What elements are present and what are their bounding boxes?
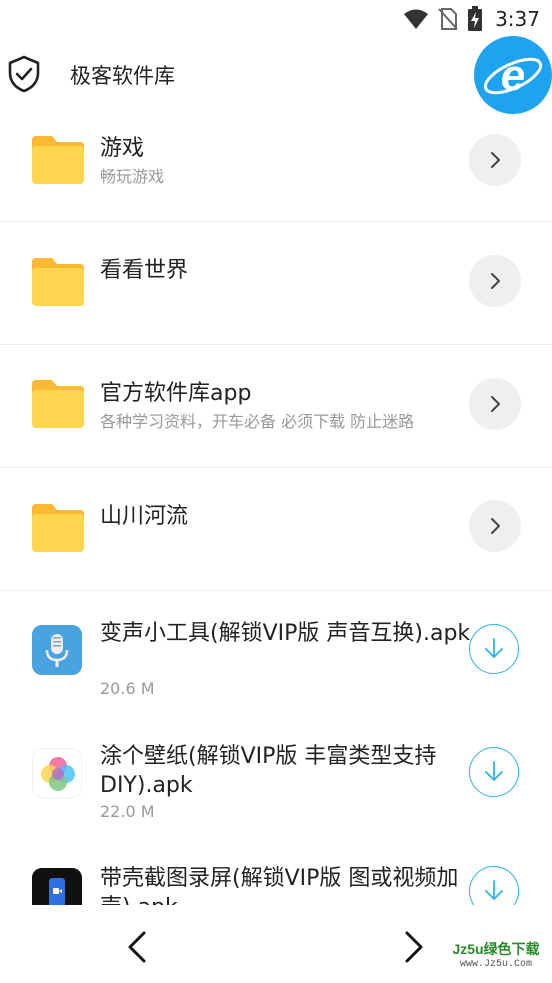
microphone-app-icon: [32, 625, 82, 675]
chevron-right-icon: [491, 518, 500, 534]
folder-row-official[interactable]: 官方软件库app 各种学习资料，开车必备 必须下载 防止迷路: [0, 345, 552, 468]
file-size: 20.6 M: [100, 679, 155, 698]
chevron-right-icon: [491, 396, 500, 412]
folder-title: 官方软件库app: [100, 381, 252, 406]
open-folder-button[interactable]: [469, 255, 521, 307]
status-icons: 3:37: [403, 6, 540, 32]
download-button[interactable]: [469, 747, 519, 797]
watermark: Jz5u绿色下载 www.Jz5u.Com: [446, 939, 546, 970]
watermark-main: Jz5u绿色下载: [452, 941, 540, 957]
folder-subtitle: 各种学习资料，开车必备 必须下载 防止迷路: [100, 412, 415, 431]
phone-recorder-app-icon: [32, 868, 82, 905]
wifi-icon: [404, 9, 429, 29]
app-bar: 极客软件库: [0, 48, 552, 104]
watermark-sub: www.Jz5u.Com: [459, 959, 532, 970]
open-folder-button[interactable]: [469, 378, 521, 430]
battery-charging-icon: [468, 6, 483, 31]
page-title: 极客软件库: [70, 64, 175, 88]
folder-title: 看看世界: [100, 258, 189, 283]
folder-subtitle: 畅玩游戏: [100, 167, 165, 186]
folder-icon: [32, 136, 84, 184]
no-sim-icon: [438, 8, 458, 30]
chevron-right-icon: [491, 273, 500, 289]
file-title: 带壳截图录屏(解锁VIP版 图或视频加壳).apk: [100, 866, 459, 905]
file-row[interactable]: 涂个壁纸(解锁VIP版 丰富类型支持DIY).apk 22.0 M: [0, 714, 552, 836]
download-button[interactable]: [469, 624, 519, 674]
file-title: 变声小工具(解锁VIP版 声音互换).apk: [100, 621, 471, 646]
file-size: 22.0 M: [100, 802, 155, 821]
file-row[interactable]: 带壳截图录屏(解锁VIP版 图或视频加壳).apk: [0, 836, 552, 905]
download-button[interactable]: [469, 866, 519, 905]
folder-row-games[interactable]: 游戏 畅玩游戏: [0, 100, 552, 222]
download-icon: [485, 638, 503, 658]
file-row[interactable]: 变声小工具(解锁VIP版 声音互换).apk 20.6 M: [0, 591, 552, 714]
chevron-left-icon[interactable]: [118, 927, 158, 967]
download-icon: [485, 761, 503, 781]
folder-row-mountains[interactable]: 山川河流: [0, 468, 552, 591]
folder-icon: [32, 504, 84, 552]
folder-icon: [32, 258, 84, 306]
chevron-right-icon: [491, 152, 500, 168]
folder-icon: [32, 380, 84, 428]
open-folder-button[interactable]: [469, 500, 521, 552]
shield-check-icon[interactable]: [6, 54, 42, 94]
folder-row-world[interactable]: 看看世界: [0, 222, 552, 345]
folder-title: 游戏: [100, 136, 145, 161]
chevron-right-icon[interactable]: [393, 927, 433, 967]
status-bar: 3:37: [0, 0, 552, 40]
download-icon: [485, 880, 503, 900]
colorful-wallpaper-app-icon: [32, 748, 82, 798]
bottom-nav: Jz5u绿色下载 www.Jz5u.Com: [0, 905, 552, 983]
file-title: 涂个壁纸(解锁VIP版 丰富类型支持DIY).apk: [100, 744, 437, 798]
open-folder-button[interactable]: [469, 134, 521, 186]
status-time: 3:37: [495, 7, 540, 31]
file-list: 游戏 畅玩游戏 看看世界 官方软件库app 各种学习资料，开车必备 必须下载 防: [0, 100, 552, 905]
folder-title: 山川河流: [100, 504, 189, 529]
